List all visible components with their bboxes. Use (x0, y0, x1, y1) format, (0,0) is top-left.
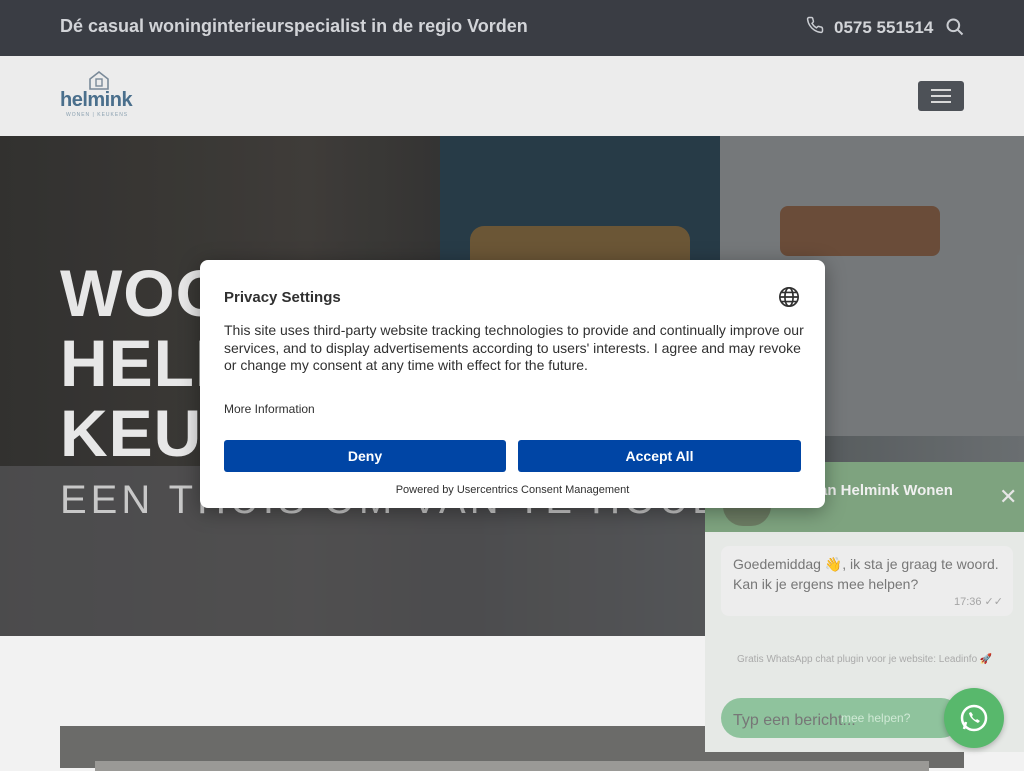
nav-bar (0, 56, 1024, 136)
powered-by: Powered by Usercentrics Consent Manageme… (395, 484, 630, 496)
menu-button[interactable] (918, 81, 964, 111)
phone-number: 0575 551514 (834, 17, 934, 37)
more-information-link[interactable]: More Information (224, 402, 315, 416)
chat-cta-text: mee helpen? (841, 711, 911, 725)
logo-text: helmink (60, 89, 133, 111)
modal-title: Privacy Settings (224, 289, 341, 306)
top-bar: Dé casual woninginterieurspecialist in d… (0, 0, 1024, 56)
chat-plugin-text[interactable]: Gratis WhatsApp chat plugin voor je webs… (737, 654, 992, 665)
chat-time: 17:36 ✓✓ (953, 596, 1003, 608)
whatsapp-button[interactable] (944, 688, 1004, 748)
phone-link[interactable]: 0575 551514 (806, 16, 933, 39)
content-image-inner (95, 761, 929, 771)
logo[interactable]: helmink WONEN | KEUKENS (60, 70, 140, 122)
chat-message: Goedemiddag 👋, ik sta je graag te woord.… (721, 546, 1013, 616)
globe-icon[interactable] (778, 286, 800, 313)
close-icon[interactable]: ✕ (999, 484, 1017, 510)
accept-all-button[interactable]: Accept All (518, 440, 801, 472)
chat-input[interactable]: Typ een bericht... (733, 712, 856, 730)
privacy-modal: Privacy Settings This site uses third-pa… (200, 260, 825, 508)
phone-icon (806, 16, 824, 39)
logo-subtitle: WONEN | KEUKENS (66, 112, 129, 118)
hamburger-icon (931, 89, 951, 103)
deny-button[interactable]: Deny (224, 440, 506, 472)
chat-message-text: Goedemiddag 👋, ik sta je graag te woord.… (733, 556, 999, 592)
tagline: Dé casual woninginterieurspecialist in d… (60, 16, 528, 36)
whatsapp-icon (960, 704, 988, 732)
modal-body: This site uses third-party website track… (224, 322, 804, 373)
house-icon (89, 70, 109, 90)
search-icon[interactable] (945, 17, 965, 42)
